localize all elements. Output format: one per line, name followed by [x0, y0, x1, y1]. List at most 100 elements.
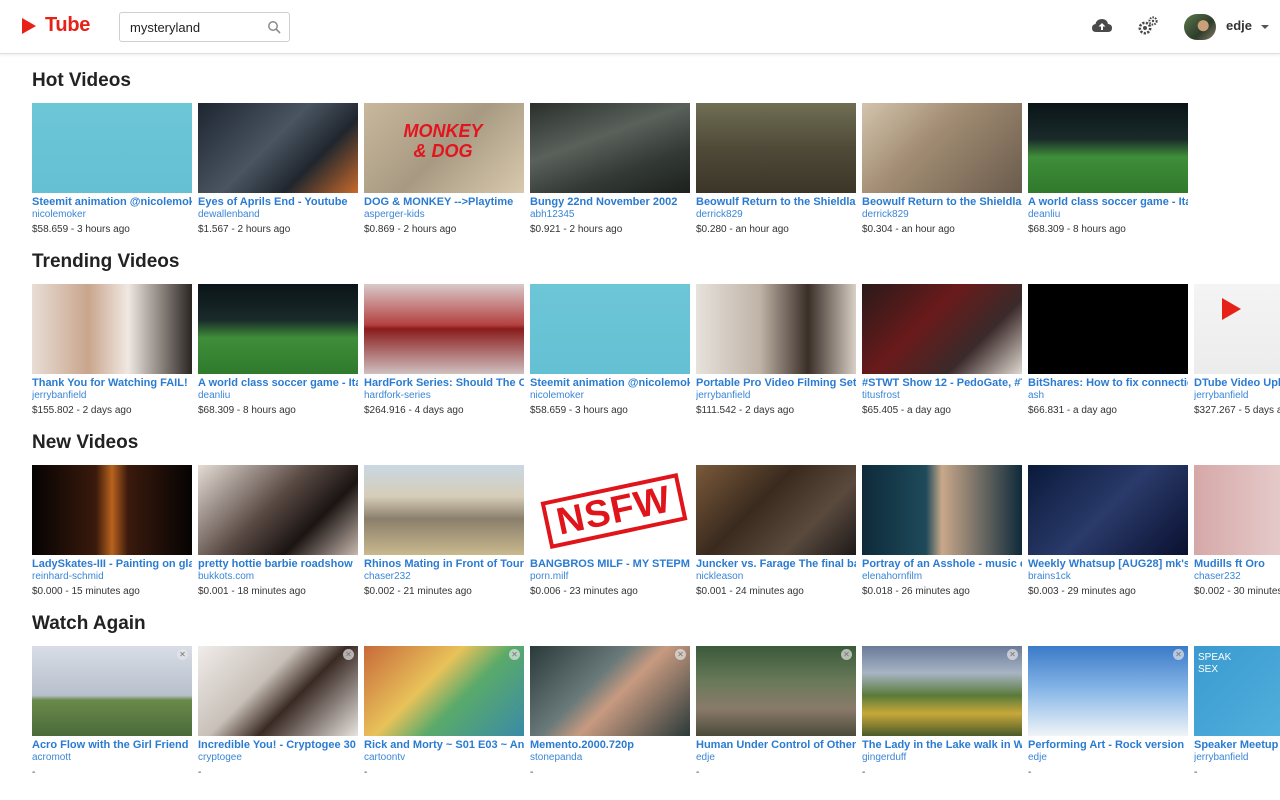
video-card[interactable]: Thank You for Watching FAIL! jerrybanfiel…	[32, 284, 192, 417]
video-title[interactable]: BANGBROS MILF - MY STEPMOM	[530, 558, 690, 571]
video-title[interactable]: #STWT Show 12 - PedoGate, #Tr	[862, 377, 1022, 390]
video-title[interactable]: Speaker Meetup	[1194, 739, 1280, 752]
close-icon[interactable]: ✕	[177, 649, 188, 660]
video-thumbnail[interactable]	[1194, 465, 1280, 555]
video-thumbnail[interactable]	[364, 284, 524, 374]
settings-gears-icon[interactable]	[1137, 15, 1159, 37]
close-icon[interactable]: ✕	[509, 649, 520, 660]
video-title[interactable]: Steemit animation @nicolemoker	[32, 196, 192, 209]
video-title[interactable]: Portray of an Asshole - music clip	[862, 558, 1022, 571]
video-title[interactable]: Memento.2000.720p	[530, 739, 690, 752]
video-card[interactable]: Juncker vs. Farage The final battlenickl…	[696, 465, 856, 598]
video-author[interactable]: nicolemoker	[530, 390, 690, 402]
video-title[interactable]: Rhinos Mating in Front of Tourists	[364, 558, 524, 571]
video-card[interactable]: ✕ Performing Art - Rock version edje -	[1028, 646, 1188, 779]
video-thumbnail[interactable]	[1028, 465, 1188, 555]
video-title[interactable]: Rick and Morty ~ S01 E03 ~ Anatomy Park	[364, 739, 524, 752]
video-thumbnail[interactable]	[530, 284, 690, 374]
close-icon[interactable]: ✕	[343, 649, 354, 660]
video-card[interactable]: Portable Pro Video Filming Setup jerryban…	[696, 284, 856, 417]
video-title[interactable]: Beowulf Return to the Shieldlands	[696, 196, 856, 209]
video-thumbnail[interactable]	[32, 103, 192, 193]
video-card[interactable]: A world class soccer game - Italy deanliu…	[1028, 103, 1188, 236]
avatar[interactable]	[1184, 14, 1216, 40]
video-thumbnail[interactable]	[696, 284, 856, 374]
video-card[interactable]: #STWT Show 12 - PedoGate, #Tr titusfrost $…	[862, 284, 1022, 417]
close-icon[interactable]: ✕	[1007, 649, 1018, 660]
video-author[interactable]: derrick829	[696, 209, 856, 221]
video-card[interactable]: Eyes of Aprils End - Youtube dewallenband…	[198, 103, 358, 236]
video-author[interactable]: titusfrost	[862, 390, 1022, 402]
video-author[interactable]: asperger-kids	[364, 209, 524, 221]
video-title[interactable]: Mudills ft Oro	[1194, 558, 1280, 571]
username[interactable]: edje	[1226, 18, 1252, 33]
video-thumbnail[interactable]	[696, 465, 856, 555]
search-icon[interactable]	[267, 20, 281, 34]
video-thumbnail[interactable]: ✕	[364, 646, 524, 736]
video-card[interactable]: ✕ Human Under Control of Other edje -	[696, 646, 856, 779]
video-thumbnail[interactable]	[1028, 103, 1188, 193]
video-card[interactable]: LadySkates-III - Painting on glass reinha…	[32, 465, 192, 598]
video-card[interactable]: Mudills ft Oro chaser232 $0.002 - 30 minut…	[1194, 465, 1280, 598]
video-card[interactable]: Beowulf Return to the Shieldlandsderrick…	[696, 103, 856, 236]
video-author[interactable]: porn.milf	[530, 571, 690, 583]
video-author[interactable]: deanliu	[1028, 209, 1188, 221]
video-author[interactable]: jerrybanfield	[1194, 752, 1280, 764]
video-card[interactable]: ✕ Acro Flow with the Girl Friend acromott -	[32, 646, 192, 779]
video-title[interactable]: DOG & MONKEY -->Playtime	[364, 196, 524, 209]
video-thumbnail[interactable]: SPEAK SEX✕	[1194, 646, 1280, 736]
video-title[interactable]: Acro Flow with the Girl Friend	[32, 739, 192, 752]
video-author[interactable]: chaser232	[1194, 571, 1280, 583]
video-author[interactable]: acromott	[32, 752, 192, 764]
video-author[interactable]: bukkots.com	[198, 571, 358, 583]
video-thumbnail[interactable]	[364, 465, 524, 555]
video-card[interactable]: NSFW BANGBROS MILF - MY STEPMOM porn.milf $…	[530, 465, 690, 598]
video-author[interactable]: chaser232	[364, 571, 524, 583]
video-author[interactable]: derrick829	[862, 209, 1022, 221]
video-author[interactable]: nickleason	[696, 571, 856, 583]
video-title[interactable]: The Lady in the Lake walk in Wales	[862, 739, 1022, 752]
video-author[interactable]: edje	[696, 752, 856, 764]
video-thumbnail[interactable]	[862, 103, 1022, 193]
video-thumbnail[interactable]	[1194, 284, 1280, 374]
video-card[interactable]: ✕ Incredible You! - Cryptogee 30 cryptogee…	[198, 646, 358, 779]
chevron-down-icon[interactable]	[1261, 25, 1269, 29]
video-title[interactable]: Weekly Whatsup [AUG28] mk's	[1028, 558, 1188, 571]
video-author[interactable]: abh12345	[530, 209, 690, 221]
video-card[interactable]: Bungy 22nd November 2002 abh12345 $0.921 -…	[530, 103, 690, 236]
video-title[interactable]: DTube Video Upload	[1194, 377, 1280, 390]
video-card[interactable]: HardFork Series: Should The Orig hardfork…	[364, 284, 524, 417]
close-icon[interactable]: ✕	[841, 649, 852, 660]
video-card[interactable]: Portray of an Asshole - music clip elenah…	[862, 465, 1022, 598]
video-thumbnail[interactable]	[32, 465, 192, 555]
video-author[interactable]: stonepanda	[530, 752, 690, 764]
video-author[interactable]: cryptogee	[198, 752, 358, 764]
video-thumbnail[interactable]	[530, 103, 690, 193]
video-card[interactable]: BitShares: How to fix connection ash $66.8…	[1028, 284, 1188, 417]
video-card[interactable]: pretty hottie barbie roadshow bukkots.com…	[198, 465, 358, 598]
video-title[interactable]: A world class soccer game - Italy	[1028, 196, 1188, 209]
search-input[interactable]	[120, 13, 260, 41]
video-title[interactable]: Human Under Control of Other	[696, 739, 856, 752]
video-title[interactable]: Bungy 22nd November 2002	[530, 196, 690, 209]
video-author[interactable]: ash	[1028, 390, 1188, 402]
video-title[interactable]: Eyes of Aprils End - Youtube	[198, 196, 358, 209]
video-card[interactable]: A world class soccer game - Italy deanliu…	[198, 284, 358, 417]
close-icon[interactable]: ✕	[675, 649, 686, 660]
video-title[interactable]: Thank You for Watching FAIL!	[32, 377, 192, 390]
video-author[interactable]: jerrybanfield	[32, 390, 192, 402]
video-thumbnail[interactable]: ✕	[1028, 646, 1188, 736]
video-thumbnail[interactable]	[32, 284, 192, 374]
video-card[interactable]: SPEAK SEX✕ Speaker Meetupjerrybanfield -	[1194, 646, 1280, 779]
video-author[interactable]: nicolemoker	[32, 209, 192, 221]
video-card[interactable]: MONKEY & DOG DOG & MONKEY -->Playtime aspe…	[364, 103, 524, 236]
video-author[interactable]: jerrybanfield	[696, 390, 856, 402]
video-author[interactable]: edje	[1028, 752, 1188, 764]
cloud-upload-icon[interactable]	[1091, 15, 1113, 37]
video-thumbnail[interactable]	[198, 465, 358, 555]
video-author[interactable]: dewallenband	[198, 209, 358, 221]
video-title[interactable]: A world class soccer game - Italy	[198, 377, 358, 390]
video-thumbnail[interactable]: ✕	[530, 646, 690, 736]
video-author[interactable]: reinhard-schmid	[32, 571, 192, 583]
video-title[interactable]: Incredible You! - Cryptogee 30	[198, 739, 358, 752]
